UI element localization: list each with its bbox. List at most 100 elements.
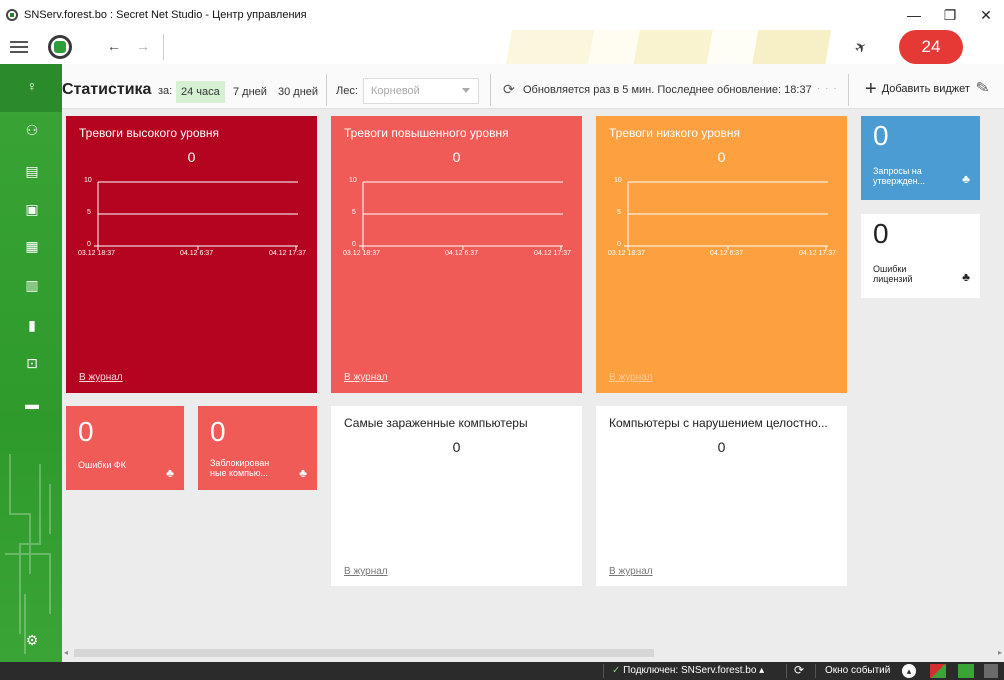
chevron-up-icon: ▴ — [759, 665, 765, 676]
objects-icon[interactable]: ▤ — [24, 163, 40, 179]
status-divider — [815, 664, 816, 678]
elevated-alerts-tile[interactable]: Тревоги повышенного уровня 0 10 5 0 03.1… — [331, 116, 582, 393]
window-controls: — ❐ ✕ — [896, 0, 1004, 30]
download-icon[interactable]: ⊡ — [24, 355, 40, 371]
header-divider — [326, 74, 327, 106]
alerts-chart: 10 5 0 03.12 18:37 04.12 6:37 04.12 17:3… — [343, 176, 571, 276]
blocked-computers-tile[interactable]: 0 Заблокирован ные компью... ♣ — [198, 406, 317, 490]
settings-gear-icon[interactable]: ⚙ — [24, 632, 40, 648]
maximize-button[interactable]: ❐ — [932, 0, 968, 30]
x-tick-label: 04.12 17:37 — [534, 250, 571, 257]
journal-link[interactable]: В журнал — [79, 372, 123, 383]
tile-label: лицензий — [873, 274, 913, 284]
connection-label: Подключен: SNServ.forest.bo — [623, 665, 757, 676]
computers-icon[interactable]: ▣ — [24, 201, 40, 217]
tile-title: Тревоги высокого уровня — [79, 126, 220, 140]
back-arrow-icon[interactable]: ← — [107, 38, 121, 54]
tile-count: 0 — [873, 218, 889, 249]
x-tick-label: 03.12 18:37 — [343, 250, 380, 257]
journal-icon[interactable]: ▦ — [24, 238, 40, 254]
menu-icon[interactable] — [10, 38, 28, 56]
tile-label: Запросы на — [873, 166, 922, 176]
x-tick-label: 03.12 18:37 — [78, 250, 115, 257]
tile-count: 0 — [187, 149, 196, 165]
notifications-badge[interactable]: 24 — [899, 30, 963, 64]
clipboard-icon[interactable]: ▮ — [24, 317, 40, 333]
low-alerts-tile[interactable]: Тревоги низкого уровня 0 10 5 0 03.12 18… — [596, 116, 847, 393]
chart-grid — [359, 181, 563, 250]
connection-status[interactable]: ✓ Подключен: SNServ.forest.bo ▴ — [612, 665, 764, 676]
refresh-icon[interactable]: ⟳ — [503, 81, 515, 98]
network-icon: ♣ — [166, 466, 174, 480]
sidebar-circuit-decoration — [5, 454, 51, 654]
high-alerts-tile[interactable]: Тревоги высокого уровня 0 10 5 0 03.12 1… — [66, 116, 317, 393]
forest-select-value: Корневой — [371, 85, 420, 97]
integrity-violations-tile[interactable]: Компьютеры с нарушением целостно... 0 В … — [596, 406, 847, 586]
more-icon[interactable]: · · · — [817, 83, 838, 94]
user-indicator-icon[interactable] — [984, 664, 998, 678]
app-icon — [6, 9, 18, 21]
calendar-icon[interactable]: ▥ — [24, 277, 40, 293]
computers-indicator-icon[interactable] — [958, 664, 974, 678]
forward-arrow-icon[interactable]: → — [136, 38, 150, 54]
minimize-button[interactable]: — — [896, 0, 932, 30]
y-tick-label: 0 — [352, 241, 356, 248]
refresh-icon[interactable]: ⟳ — [794, 663, 804, 677]
pencil-icon[interactable]: ✎ — [974, 77, 991, 99]
header-divider — [490, 74, 491, 106]
network-icon: ♣ — [962, 172, 970, 186]
tile-label: утвержден... — [873, 176, 926, 186]
x-tick-label: 04.12 17:37 — [799, 250, 836, 257]
tile-title: Тревоги низкого уровня — [609, 126, 741, 140]
window-titlebar: SNServ.forest.bo : Secret Net Studio - Ц… — [0, 0, 1004, 30]
alerts-indicator-icon[interactable] — [930, 664, 946, 678]
header-divider — [848, 74, 849, 106]
toolbar-divider — [163, 34, 164, 60]
add-widget-button[interactable]: + Добавить виджет — [865, 79, 970, 99]
statistics-icon: ♀ — [26, 78, 38, 94]
add-widget-label: Добавить виджет — [881, 83, 970, 95]
tile-count: 0 — [210, 416, 226, 447]
status-divider — [603, 664, 604, 678]
close-button[interactable]: ✕ — [968, 0, 1004, 30]
y-tick-label: 5 — [87, 209, 91, 216]
plus-icon: + — [865, 78, 877, 100]
status-divider — [786, 664, 787, 678]
tile-title: Компьютеры с нарушением целостно... — [609, 416, 828, 430]
horizontal-scrollbar[interactable]: ◂ ▸ — [62, 646, 1004, 662]
tile-count: 0 — [78, 416, 94, 447]
check-icon: ✓ — [612, 665, 621, 676]
journal-link[interactable]: В журнал — [344, 372, 388, 383]
scroll-left-icon[interactable]: ◂ — [64, 648, 68, 657]
scroll-right-icon[interactable]: ▸ — [998, 648, 1002, 657]
infected-computers-tile[interactable]: Самые зараженные компьютеры 0 В журнал — [331, 406, 582, 586]
chart-grid — [94, 181, 298, 250]
chevron-up-icon[interactable]: ▴ — [902, 664, 916, 678]
period-24h[interactable]: 24 часа — [176, 81, 225, 103]
period-prefix: за: — [158, 85, 173, 97]
journal-link[interactable]: В журнал — [344, 566, 388, 577]
tile-title: Тревоги повышенного уровня — [344, 126, 509, 140]
users-icon[interactable]: ⚇ — [24, 122, 40, 138]
period-7d[interactable]: 7 дней — [228, 81, 272, 103]
approval-requests-tile[interactable]: 0 Запросы на утвержден... ♣ — [861, 116, 980, 200]
stats-header: Статистика за: 24 часа 7 дней 30 дней Ле… — [62, 64, 1004, 109]
period-30d[interactable]: 30 дней — [273, 81, 323, 103]
tile-label: Ошибки — [873, 264, 907, 274]
document-icon[interactable]: ▬ — [24, 396, 40, 412]
y-tick-label: 5 — [617, 209, 621, 216]
tile-count: 0 — [452, 149, 461, 165]
window-title: SNServ.forest.bo : Secret Net Studio - Ц… — [24, 9, 307, 21]
update-status: Обновляется раз в 5 мин. Последнее обнов… — [523, 84, 812, 96]
network-icon: ♣ — [299, 466, 307, 480]
forest-select[interactable]: Корневой — [363, 78, 479, 104]
tile-count: 0 — [717, 149, 726, 165]
fk-errors-tile[interactable]: 0 Ошибки ФК ♣ — [66, 406, 184, 490]
scroll-thumb[interactable] — [74, 649, 654, 657]
events-window-label[interactable]: Окно событий — [825, 665, 890, 676]
y-tick-label: 0 — [617, 241, 621, 248]
license-errors-tile[interactable]: 0 Ошибки лицензий ♣ — [861, 214, 980, 298]
journal-link[interactable]: В журнал — [609, 566, 653, 577]
journal-link[interactable]: В журнал — [609, 372, 653, 383]
chart-grid — [624, 181, 828, 250]
